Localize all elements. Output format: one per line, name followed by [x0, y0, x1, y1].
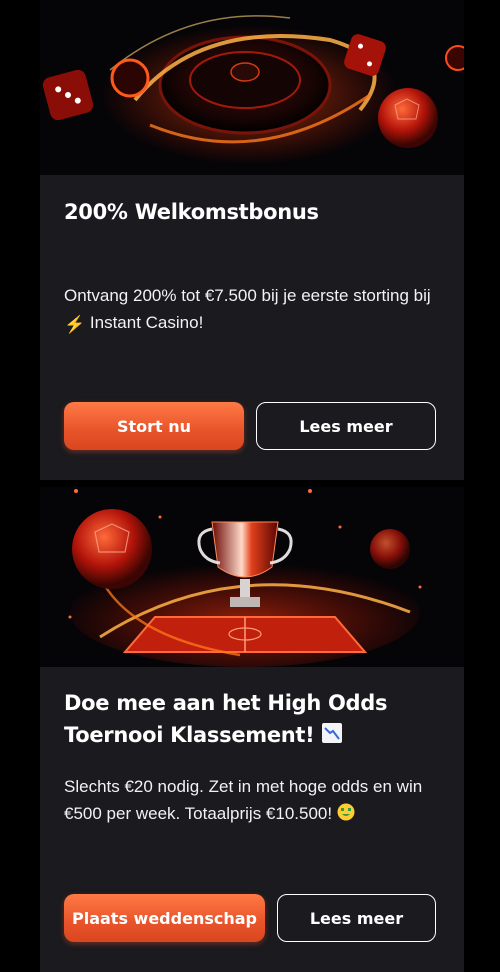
- promo-title: 200% Welkomstbonus: [64, 200, 319, 224]
- money-mouth-face-icon: [337, 802, 355, 829]
- promo-card-welcome-bonus: 200% Welkomstbonus Ontvang 200% tot €7.5…: [40, 0, 464, 480]
- promo-title: Doe mee aan het High Odds Toernooi Klass…: [64, 687, 440, 753]
- lightning-icon: ⚡: [64, 315, 86, 334]
- roulette-banner-image: [40, 0, 464, 175]
- promo-description: Ontvang 200% tot €7.500 bij je eerste st…: [64, 282, 444, 338]
- read-more-button[interactable]: Lees meer: [277, 894, 436, 942]
- deposit-now-button[interactable]: Stort nu: [64, 402, 244, 450]
- trophy-banner-image: [40, 487, 464, 667]
- promo-description: Slechts €20 nodig. Zet in met hoge odds …: [64, 773, 444, 829]
- chart-decreasing-icon: [321, 721, 343, 753]
- promo-card-high-odds-tournament: Doe mee aan het High Odds Toernooi Klass…: [40, 487, 464, 972]
- place-bet-button[interactable]: Plaats weddenschap: [64, 894, 265, 942]
- read-more-button[interactable]: Lees meer: [256, 402, 436, 450]
